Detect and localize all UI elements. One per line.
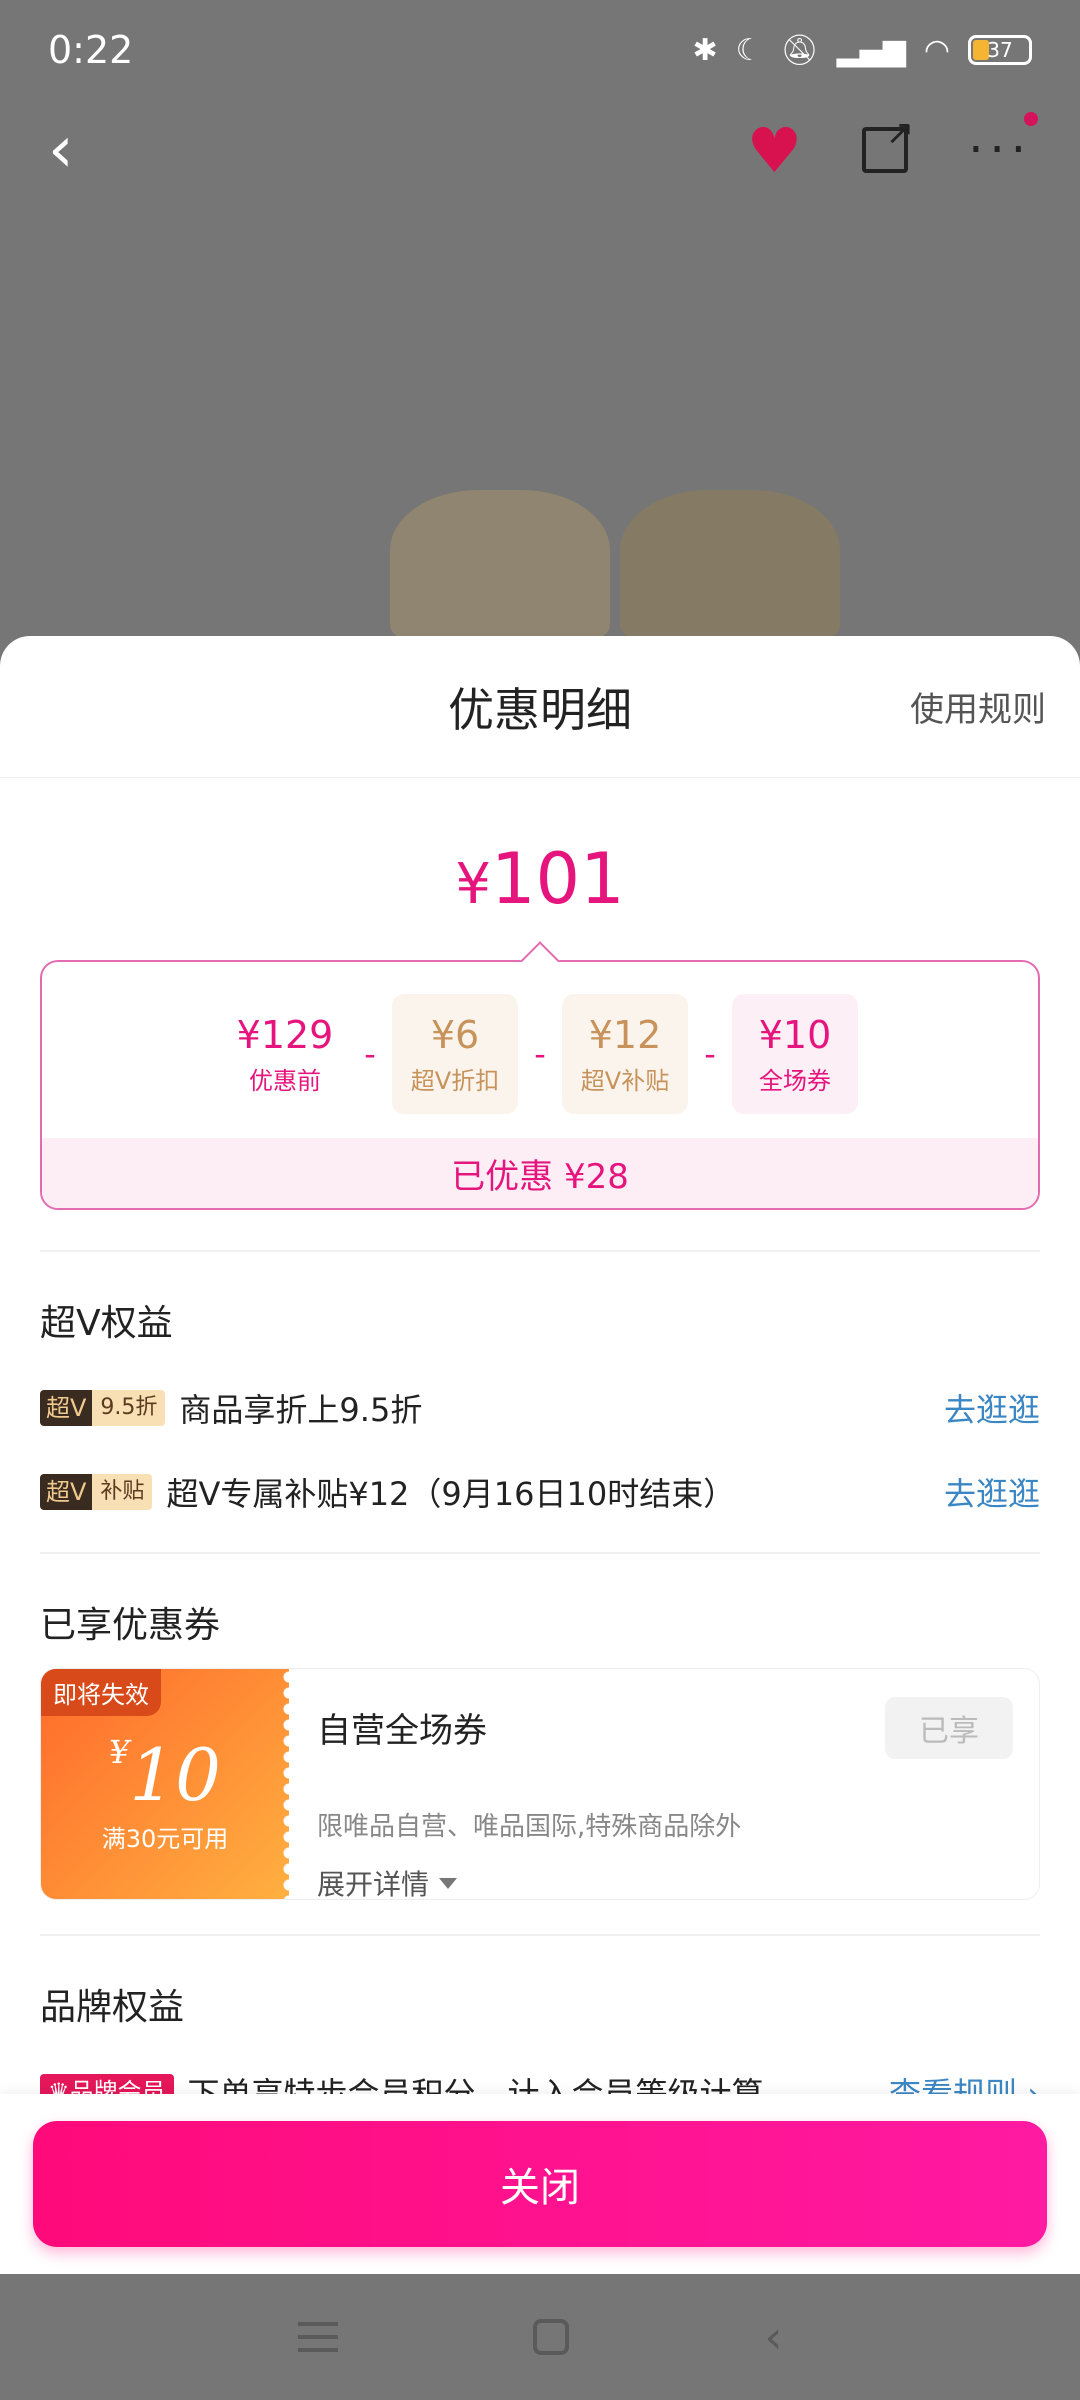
coupon-value-panel: 即将失效 ¥10 满30元可用 bbox=[41, 1669, 297, 1899]
breakdown-store-coupon: ¥10 全场券 bbox=[732, 994, 858, 1114]
final-price-currency: ¥ bbox=[455, 852, 492, 917]
chevron-down-icon bbox=[439, 1877, 458, 1889]
back-nav-icon[interactable]: ‹ bbox=[765, 2312, 783, 2363]
coupon-description: 限唯品自营、唯品国际,特殊商品除外 bbox=[317, 1812, 742, 1842]
coupon-amount: ¥10 bbox=[109, 1733, 221, 1817]
vip-perks-section: 超V权益 超V 9.5折 商品享折上9.5折 去逛逛 超V 补贴 超V专属补贴¥… bbox=[0, 1252, 1080, 1534]
back-icon[interactable]: ‹ bbox=[48, 118, 74, 182]
vip-discount-tag: 超V 9.5折 bbox=[40, 1390, 166, 1426]
coupon-section: 已享优惠券 即将失效 ¥10 满30元可用 自营全场券 已享 限唯品自营、唯品国… bbox=[0, 1554, 1080, 1900]
favorite-heart-icon[interactable]: ♥ bbox=[747, 114, 803, 187]
vip-tag-text: 补贴 bbox=[92, 1474, 153, 1510]
usage-rules-link[interactable]: 使用规则 bbox=[910, 682, 1046, 731]
minus-sign: - bbox=[534, 1035, 546, 1073]
minus-sign: - bbox=[364, 1035, 376, 1073]
final-price-amount: 101 bbox=[491, 838, 625, 920]
shoe-right bbox=[620, 490, 840, 640]
home-icon[interactable] bbox=[533, 2319, 570, 2355]
coupon-amount-value: 10 bbox=[129, 1732, 221, 1817]
vip-perks-title: 超V权益 bbox=[40, 1303, 173, 1344]
system-nav-bar: ‹ bbox=[0, 2274, 1080, 2400]
brand-perks-title: 品牌权益 bbox=[40, 1987, 185, 2028]
menu-icon[interactable] bbox=[297, 2322, 338, 2352]
vip-perk-row: 超V 9.5折 商品享折上9.5折 去逛逛 bbox=[40, 1366, 1040, 1450]
price-breakdown: ¥129 优惠前 - ¥6 超V折扣 - ¥12 超V补贴 - ¥10 全场券 … bbox=[40, 960, 1040, 1210]
sheet-title: 优惠明细 bbox=[448, 682, 632, 737]
breakdown-label: 超V补贴 bbox=[580, 1066, 670, 1095]
discount-detail-sheet: 优惠明细 使用规则 ¥101 ¥129 优惠前 - ¥6 超V折扣 - ¥12 … bbox=[0, 636, 1080, 2274]
signal-icon: ▂▄▆ bbox=[836, 32, 906, 68]
battery-icon: 37 bbox=[968, 35, 1032, 65]
expand-details-toggle[interactable]: 展开详情 bbox=[317, 1863, 1011, 1900]
total-saved: 已优惠 ¥28 bbox=[42, 1138, 1038, 1208]
vip-perk-row: 超V 补贴 超V专属补贴¥12（9月16日10时结束） 去逛逛 bbox=[40, 1450, 1040, 1534]
breakdown-value: ¥12 bbox=[588, 1012, 662, 1057]
coupon-card[interactable]: 即将失效 ¥10 满30元可用 自营全场券 已享 限唯品自营、唯品国际,特殊商品… bbox=[40, 1668, 1040, 1900]
battery-level: 37 bbox=[987, 38, 1013, 62]
product-top-nav: ‹ ♥ ··· bbox=[0, 100, 1080, 200]
shoe-left bbox=[390, 490, 610, 640]
final-price: ¥101 bbox=[0, 838, 1080, 920]
minus-sign: - bbox=[704, 1035, 716, 1073]
breakdown-vip-subsidy: ¥12 超V补贴 bbox=[562, 994, 688, 1114]
vip-subsidy-tag: 超V 补贴 bbox=[40, 1474, 153, 1510]
breakdown-value: ¥10 bbox=[758, 1012, 832, 1057]
expiring-badge: 即将失效 bbox=[41, 1669, 161, 1716]
vip-perk-text: 商品享折上9.5折 bbox=[179, 1391, 423, 1429]
more-icon[interactable]: ··· bbox=[968, 112, 1038, 178]
bluetooth-icon: ✱ bbox=[692, 32, 718, 68]
coupon-currency: ¥ bbox=[109, 1732, 130, 1771]
breakdown-value: ¥6 bbox=[430, 1012, 480, 1057]
status-time: 0:22 bbox=[48, 28, 134, 72]
share-icon[interactable] bbox=[862, 113, 914, 173]
breakdown-original-price: ¥129 优惠前 bbox=[222, 994, 348, 1114]
status-bar: 0:22 ✱ ☾ 🔕︎ ▂▄▆ ◠ 37 bbox=[0, 0, 1080, 100]
coupon-condition: 满30元可用 bbox=[101, 1824, 229, 1853]
breakdown-label: 全场券 bbox=[759, 1066, 831, 1095]
breakdown-label: 超V折扣 bbox=[410, 1066, 500, 1095]
close-bar: 关闭 bbox=[0, 2094, 1080, 2274]
expand-details-label: 展开详情 bbox=[317, 1868, 430, 1900]
sheet-header: 优惠明细 使用规则 bbox=[0, 636, 1080, 778]
vip-tag-text: 9.5折 bbox=[92, 1390, 166, 1426]
mute-icon: 🔕︎ bbox=[780, 32, 819, 68]
breakdown-value: ¥129 bbox=[236, 1012, 334, 1057]
notification-dot bbox=[1024, 112, 1038, 126]
wifi-icon: ◠ bbox=[923, 32, 950, 68]
status-icons: ✱ ☾ 🔕︎ ▂▄▆ ◠ 37 bbox=[692, 33, 1032, 68]
product-image bbox=[390, 480, 910, 640]
close-button[interactable]: 关闭 bbox=[33, 2121, 1047, 2247]
go-browse-link[interactable]: 去逛逛 bbox=[944, 1385, 1040, 1431]
vip-tag-badge: 超V bbox=[40, 1474, 93, 1510]
coupon-status-button: 已享 bbox=[885, 1697, 1013, 1759]
breakdown-vip-discount: ¥6 超V折扣 bbox=[392, 994, 518, 1114]
go-browse-link[interactable]: 去逛逛 bbox=[944, 1469, 1040, 1515]
vip-perk-text: 超V专属补贴¥12（9月16日10时结束） bbox=[166, 1475, 736, 1513]
coupon-section-title: 已享优惠券 bbox=[40, 1605, 221, 1646]
breakdown-label: 优惠前 bbox=[249, 1066, 321, 1095]
moon-icon: ☾ bbox=[735, 32, 763, 68]
vip-tag-badge: 超V bbox=[40, 1390, 93, 1426]
coupon-info: 自营全场券 已享 限唯品自营、唯品国际,特殊商品除外 展开详情 bbox=[289, 1669, 1039, 1899]
